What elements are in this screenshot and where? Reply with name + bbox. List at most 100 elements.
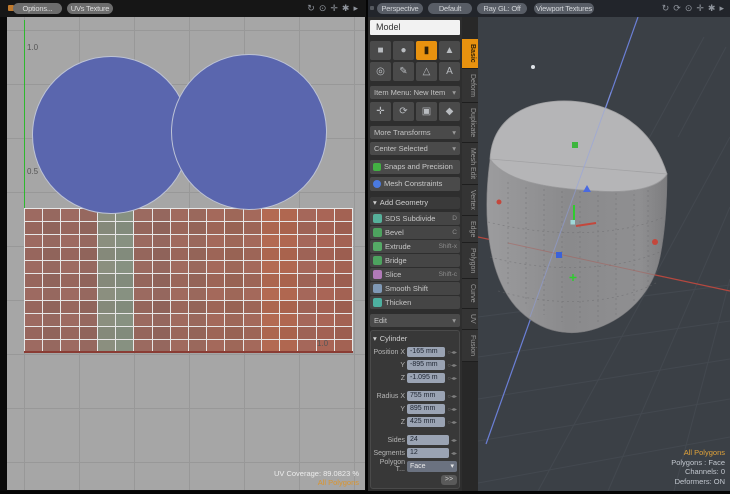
mini-slider-icon[interactable]: ◂▸ (451, 437, 457, 444)
magnify-icon[interactable]: ⊙ (685, 3, 693, 14)
uv-canvas[interactable]: 1.0 0.5 1.0 UV Coverage: 89.0823 % All P… (7, 17, 365, 490)
options-button[interactable]: Options... (13, 3, 62, 14)
mini-slider-icon[interactable]: ◂▸ (451, 450, 457, 457)
cube-tool-button[interactable]: ■ (370, 41, 391, 60)
uv-quad-cell (171, 209, 188, 221)
refresh-icon[interactable]: ⟳ (673, 3, 681, 14)
polygon-pen-tool-icon: △ (423, 66, 431, 77)
property-value-field[interactable]: -895 mm (407, 360, 445, 370)
geometry-tool-icon (373, 242, 382, 251)
ray-gl-button[interactable]: Ray GL: Off (477, 3, 527, 14)
property-value-field[interactable]: -1.095 m (407, 373, 445, 383)
property-value-field[interactable]: 425 mm (407, 417, 445, 427)
toolbox-tab-curve[interactable]: Curve (462, 279, 478, 309)
more-transforms-dropdown[interactable]: More Transforms ▾ (370, 126, 460, 139)
bridge-button[interactable]: Bridge (370, 254, 460, 267)
cylinder-properties-header[interactable]: ▾ Cylinder (373, 334, 457, 343)
extrude-button[interactable]: ExtrudeShift-x (370, 240, 460, 253)
move-tool-button[interactable]: ✛ (370, 102, 391, 121)
uv-status: UV Coverage: 89.0823 % All Polygons (274, 469, 359, 487)
vertex-dot[interactable] (531, 65, 535, 69)
expand-icon[interactable]: ▸ (719, 3, 724, 14)
geometry-tool-icon (373, 256, 382, 265)
uv-quad-cell (207, 301, 224, 313)
mini-slider-icon[interactable]: ○◂▸ (447, 375, 457, 382)
uv-quad-cell (153, 274, 170, 286)
magnify-icon[interactable]: ⊙ (319, 3, 327, 14)
orbit-icon[interactable]: ↻ (662, 3, 670, 14)
smooth-shift-button[interactable]: Smooth Shift (370, 282, 460, 295)
uv-quad-cell (134, 209, 151, 221)
action-center-dot[interactable] (571, 220, 576, 225)
uv-island-cap-top[interactable] (32, 56, 190, 214)
y-axis-handle[interactable] (573, 205, 575, 221)
scale-tool-button[interactable]: ▣ (416, 102, 437, 121)
toolbox-tab-mesh-edit[interactable]: Mesh Edit (462, 143, 478, 185)
center-selected-dropdown[interactable]: Center Selected ▾ (370, 142, 460, 155)
x-handle-dot-right[interactable] (652, 239, 658, 245)
toolbox-tab-basic[interactable]: Basic (462, 39, 478, 69)
settings-icon[interactable]: ✱ (342, 3, 350, 14)
slice-button[interactable]: SliceShift-c (370, 268, 460, 281)
mini-slider-icon[interactable]: ○◂▸ (447, 393, 457, 400)
uvs-texture-button[interactable]: UVs Texture (67, 3, 113, 14)
toolbox-tab-polygon[interactable]: Polygon (462, 243, 478, 279)
perspective-viewport[interactable]: All Polygons Polygons : Face Channels: 0… (478, 17, 730, 491)
x-handle-dot-left[interactable] (497, 200, 502, 205)
property-value-field[interactable]: -165 mm (407, 347, 445, 357)
pan-icon[interactable]: ✛ (330, 3, 338, 14)
perspective-button[interactable]: Perspective (377, 3, 423, 14)
sds-subdivide-button[interactable]: SDS SubdivideD (370, 212, 460, 225)
pan-icon[interactable]: ✛ (696, 3, 704, 14)
mini-slider-icon[interactable]: ○◂▸ (447, 349, 457, 356)
toolbox-tab-deform[interactable]: Deform (462, 69, 478, 103)
add-geometry-section-header[interactable]: ▾ Add Geometry (370, 197, 460, 209)
edit-dropdown[interactable]: Edit ▾ (370, 314, 460, 327)
polygon-pen-tool-button[interactable]: △ (416, 62, 437, 81)
z-handle-dot[interactable] (556, 252, 562, 258)
toolbox-tab-vertex[interactable]: Vertex (462, 185, 478, 216)
mini-slider-icon[interactable]: ○◂▸ (447, 406, 457, 413)
shortcut-hint: D (452, 215, 457, 222)
toolbox-tab-fusion[interactable]: Fusion (462, 330, 478, 362)
uv-quad-cell (262, 274, 279, 286)
triangle-down-icon: ▾ (373, 197, 377, 209)
torus-tool-button[interactable]: ◎ (370, 62, 391, 81)
text-tool-button[interactable]: A (439, 62, 460, 81)
uv-quad-cell (225, 274, 242, 286)
transform-tool-button[interactable]: ◆ (439, 102, 460, 121)
thicken-button[interactable]: Thicken (370, 296, 460, 309)
uv-coverage-readout: UV Coverage: 89.0823 % (274, 469, 359, 478)
uv-island-side-checker[interactable] (24, 208, 353, 353)
segments-field[interactable]: 12 (407, 448, 449, 458)
uv-island-cap-bottom[interactable] (171, 54, 327, 210)
sketch-tool-button[interactable]: ✎ (393, 62, 414, 81)
toolbox-tab-edge[interactable]: Edge (462, 216, 478, 243)
property-value-field[interactable]: 895 mm (407, 404, 445, 414)
cone-tool-button[interactable]: ▲ (439, 41, 460, 60)
property-value-field[interactable]: 755 mm (407, 391, 445, 401)
toolbox-tab-uv[interactable]: UV (462, 309, 478, 330)
bevel-button[interactable]: BevelC (370, 226, 460, 239)
layout-preset-tab[interactable]: Model (370, 20, 460, 35)
sides-field[interactable]: 24 (407, 435, 449, 445)
pane-thumb-icon[interactable] (370, 6, 374, 10)
rotate-tool-button[interactable]: ⟳ (393, 102, 414, 121)
mini-slider-icon[interactable]: ○◂▸ (447, 419, 457, 426)
uv-quad-cell (207, 314, 224, 326)
polygon-type-dropdown[interactable]: Face ▾ (407, 461, 457, 472)
cylinder-tool-button[interactable]: ▮ (416, 41, 437, 60)
orbit-icon[interactable]: ↻ (307, 3, 315, 14)
more-properties-button[interactable]: >> (441, 475, 457, 485)
toolbox-tab-duplicate[interactable]: Duplicate (462, 103, 478, 143)
mesh-constraints-button[interactable]: Mesh Constraints (370, 177, 460, 191)
viewport-textures-button[interactable]: Viewport Textures (534, 3, 594, 14)
mini-slider-icon[interactable]: ○◂▸ (447, 362, 457, 369)
shading-default-button[interactable]: Default (428, 3, 472, 14)
y-handle-dot[interactable] (572, 142, 578, 148)
settings-icon[interactable]: ✱ (708, 3, 716, 14)
snaps-and-precision-button[interactable]: Snaps and Precision (370, 160, 460, 174)
expand-icon[interactable]: ▸ (353, 3, 358, 14)
sphere-tool-button[interactable]: ● (393, 41, 414, 60)
item-menu-dropdown[interactable]: Item Menu: New Item ▾ (370, 86, 460, 99)
